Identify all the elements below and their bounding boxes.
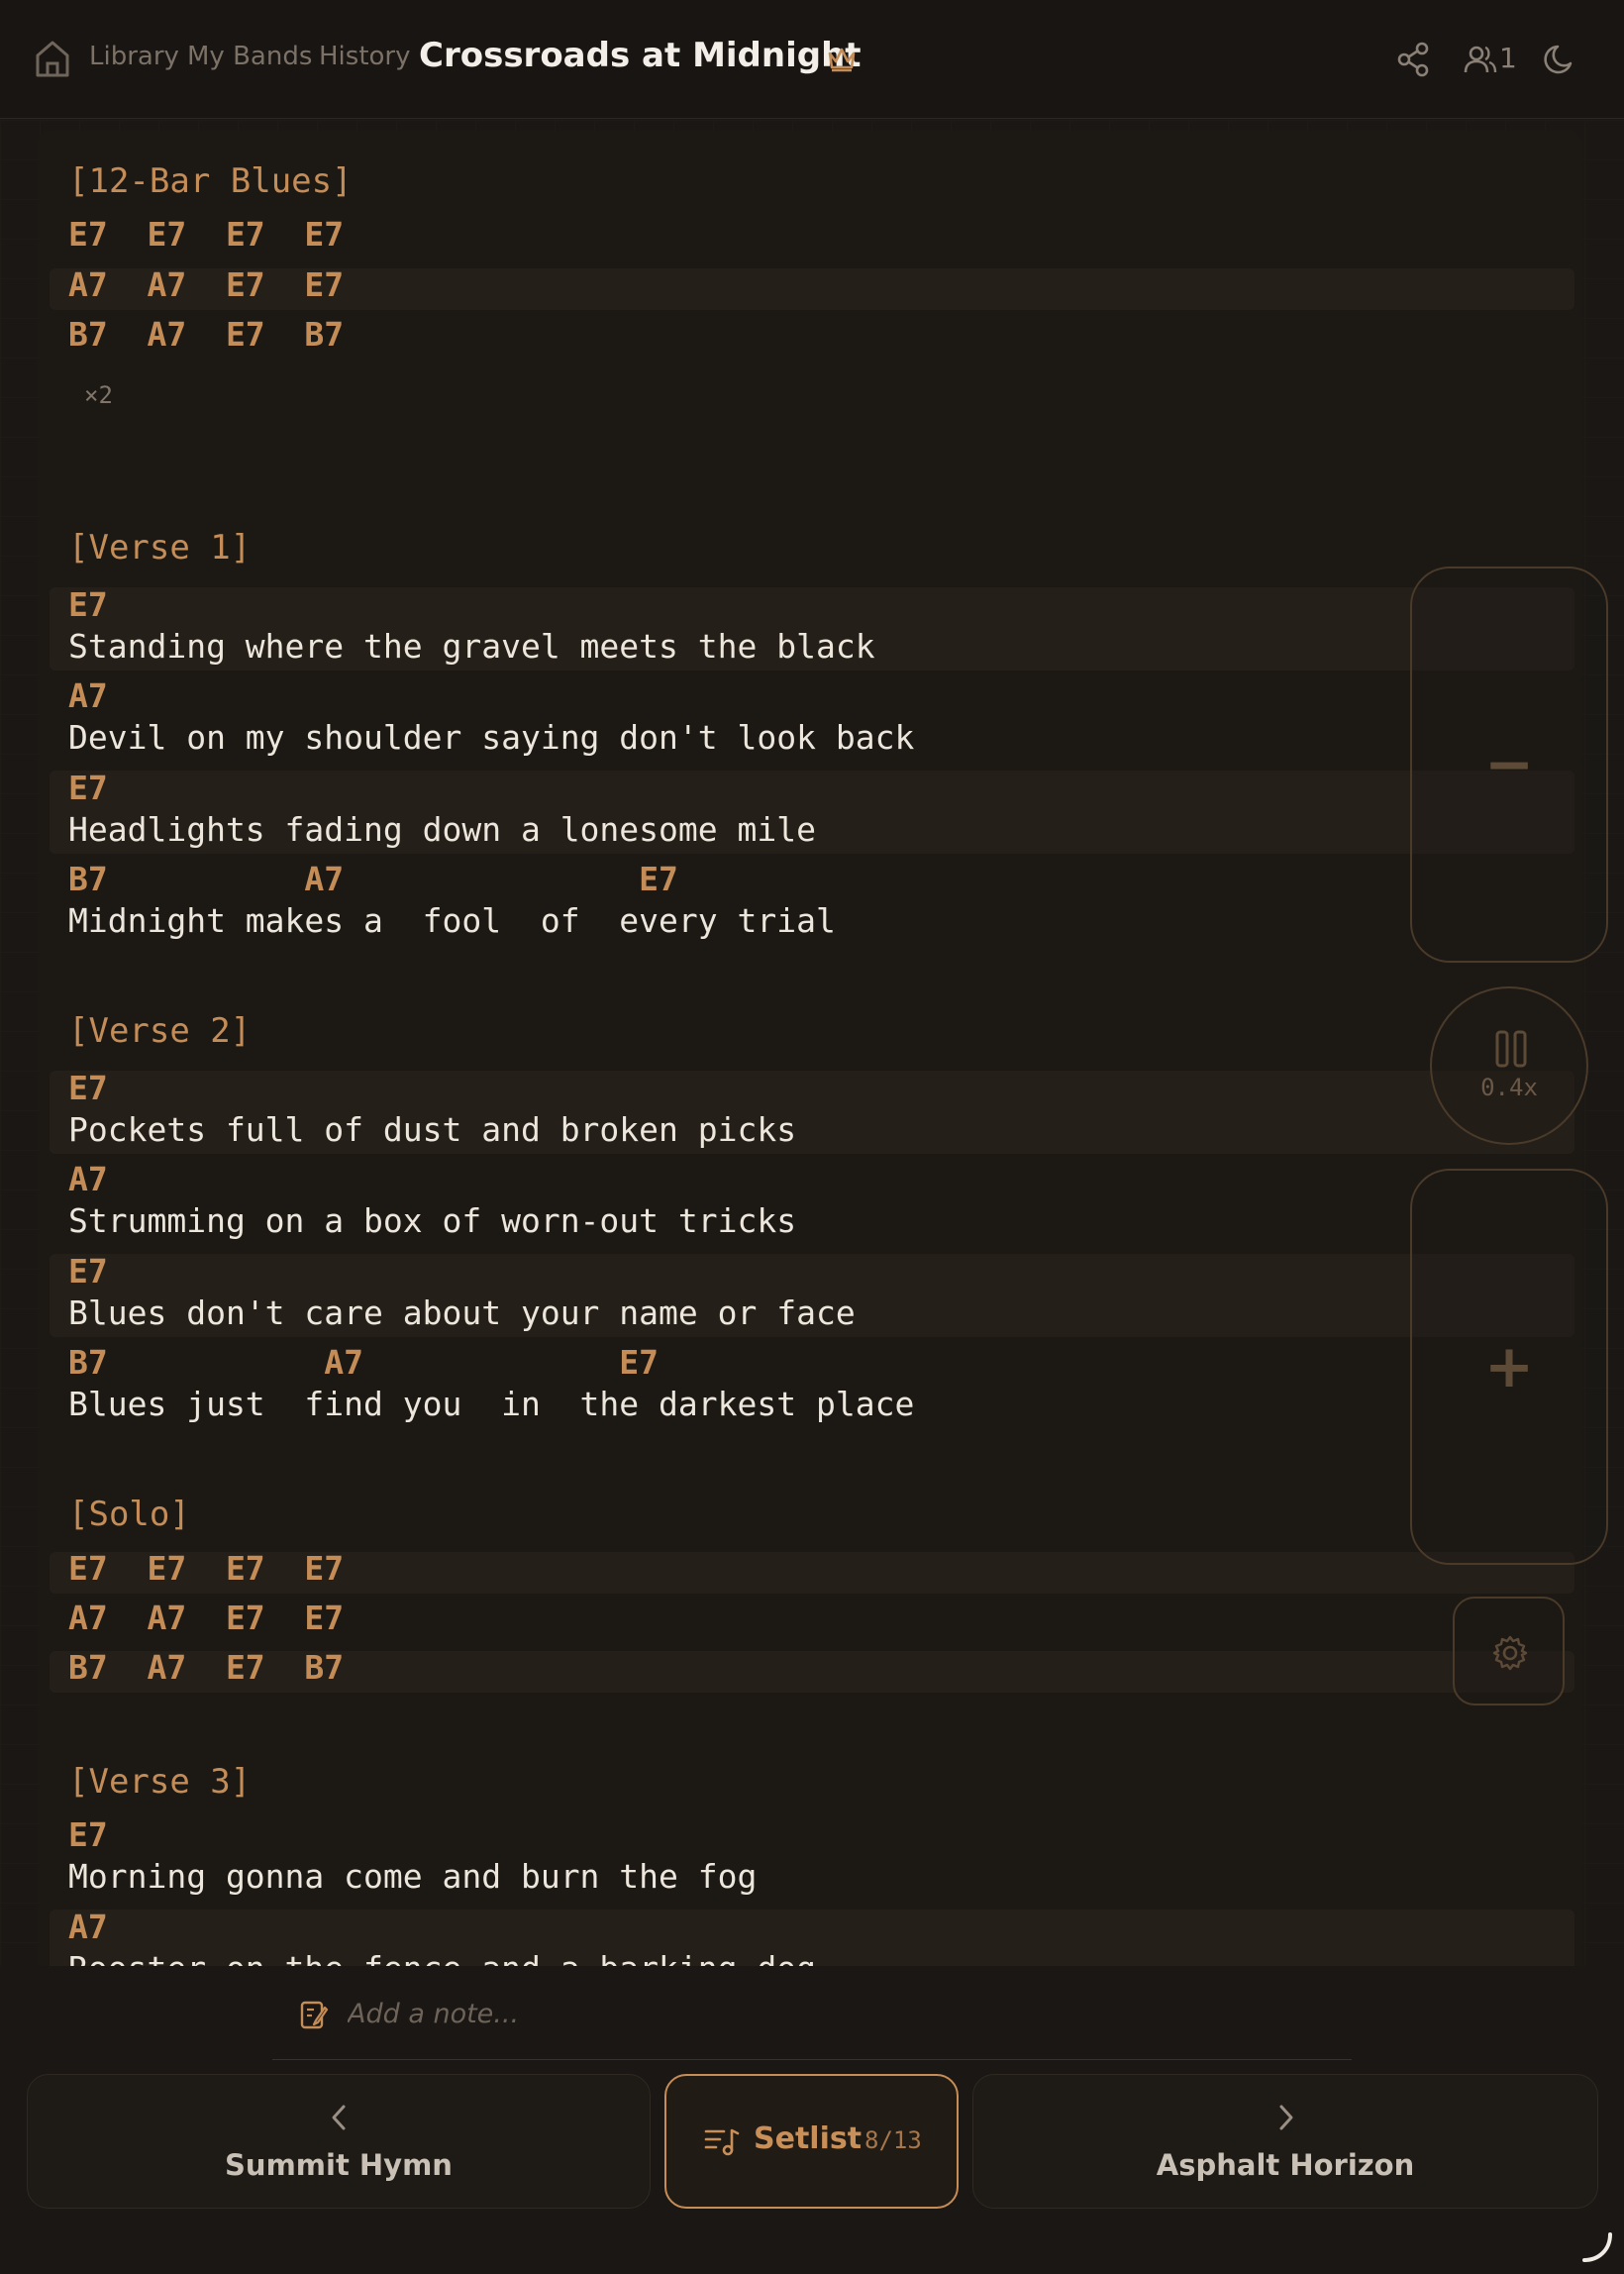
repeat-marker: ×2: [84, 381, 113, 409]
moon-icon[interactable]: [1543, 42, 1576, 77]
increase-speed-button[interactable]: +: [1410, 1169, 1608, 1565]
section-label-verse-1: [Verse 1]: [68, 528, 252, 568]
lyric-line: Midnight makes a fool of every trial: [68, 901, 836, 940]
chevron-right-icon: [1279, 2105, 1293, 2130]
pause-autoscroll-button[interactable]: 0.4x: [1430, 986, 1588, 1145]
section-label-verse-2: [Verse 2]: [68, 1011, 252, 1051]
minus-icon: −: [1483, 730, 1535, 799]
nav-my-bands-link[interactable]: My Bands: [187, 42, 312, 71]
chord-row: A7 A7 E7 E7: [68, 265, 345, 304]
nav-library-link[interactable]: Library: [89, 42, 179, 71]
setlist-icon: [704, 2128, 740, 2156]
chord-line: A7: [68, 1908, 108, 1946]
settings-button[interactable]: [1453, 1597, 1565, 1706]
share-icon[interactable]: [1396, 42, 1430, 77]
previous-song-name: Summit Hymn: [225, 2148, 453, 2182]
pause-icon: [1495, 1030, 1527, 1068]
chord-line: E7: [68, 1252, 108, 1291]
song-title: Crossroads at Midnight: [419, 36, 862, 75]
chord-row: B7 A7 E7 B7: [68, 1648, 345, 1687]
chord-row: A7 A7 E7 E7: [68, 1599, 345, 1637]
note-input[interactable]: [348, 1989, 1318, 2038]
lyric-line: Pockets full of dust and broken picks: [68, 1110, 797, 1149]
section-label-intro: [12-Bar Blues]: [68, 161, 353, 201]
lyric-line: Standing where the gravel meets the blac…: [68, 627, 875, 666]
chord-row: B7 A7 E7 B7: [68, 315, 345, 354]
lyric-line: Rooster on the fence and a barking dog: [68, 1949, 816, 1966]
chord-line: E7: [68, 1815, 108, 1854]
chord-line: E7: [68, 769, 108, 807]
plus-icon: +: [1483, 1332, 1535, 1401]
chord-line: A7: [68, 1160, 108, 1198]
home-icon[interactable]: [34, 38, 71, 79]
lyric-line: Headlights fading down a lonesome mile: [68, 810, 816, 849]
decrease-speed-button[interactable]: −: [1410, 567, 1608, 963]
users-count: 1: [1499, 42, 1517, 74]
chord-line: E7: [68, 1069, 108, 1107]
lyric-line: Morning gonna come and burn the fog: [68, 1857, 758, 1896]
chevron-left-icon: [332, 2105, 346, 2130]
setlist-label: Setlist: [754, 2121, 863, 2156]
chord-row: E7 E7 E7 E7: [68, 215, 345, 254]
next-song-name: Asphalt Horizon: [1156, 2148, 1415, 2182]
top-bar: Library My Bands History Crossroads at M…: [0, 0, 1624, 119]
previous-song-button[interactable]: Summit Hymn: [27, 2074, 651, 2209]
note-edit-icon: [300, 2001, 329, 2029]
scroll-speed-label: 0.4x: [1480, 1074, 1538, 1101]
crown-icon: [828, 48, 856, 72]
chord-row: E7 E7 E7 E7: [68, 1549, 345, 1588]
next-song-button[interactable]: Asphalt Horizon: [972, 2074, 1598, 2209]
section-label-solo: [Solo]: [68, 1495, 190, 1534]
section-label-verse-3: [Verse 3]: [68, 1762, 252, 1802]
setlist-position: 8/13: [864, 2126, 922, 2154]
lyric-line: Strumming on a box of worn-out tricks: [68, 1201, 797, 1240]
nav-history-link[interactable]: History: [319, 42, 411, 71]
note-bar: [272, 1967, 1352, 2060]
lyric-line: Blues don't care about your name or face: [68, 1293, 856, 1332]
resize-handle-icon[interactable]: [1580, 2230, 1614, 2264]
gear-icon: [1492, 1635, 1528, 1671]
chord-sheet[interactable]: [12-Bar Blues] E7 E7 E7 E7 A7 A7 E7 E7 B…: [0, 120, 1624, 1966]
setlist-button[interactable]: Setlist 8/13: [664, 2074, 959, 2209]
chord-line: E7: [68, 585, 108, 624]
chord-line: B7 A7 E7: [68, 860, 678, 898]
users-icon[interactable]: [1464, 44, 1497, 75]
bottom-panel: Summit Hymn Setlist 8/13 Asphalt Horizon: [0, 1967, 1624, 2274]
lyric-line: Blues just find you in the darkest place: [68, 1385, 915, 1423]
lyric-line: Devil on my shoulder saying don't look b…: [68, 718, 915, 757]
chord-line: A7: [68, 676, 108, 715]
chord-line: B7 A7 E7: [68, 1343, 660, 1382]
